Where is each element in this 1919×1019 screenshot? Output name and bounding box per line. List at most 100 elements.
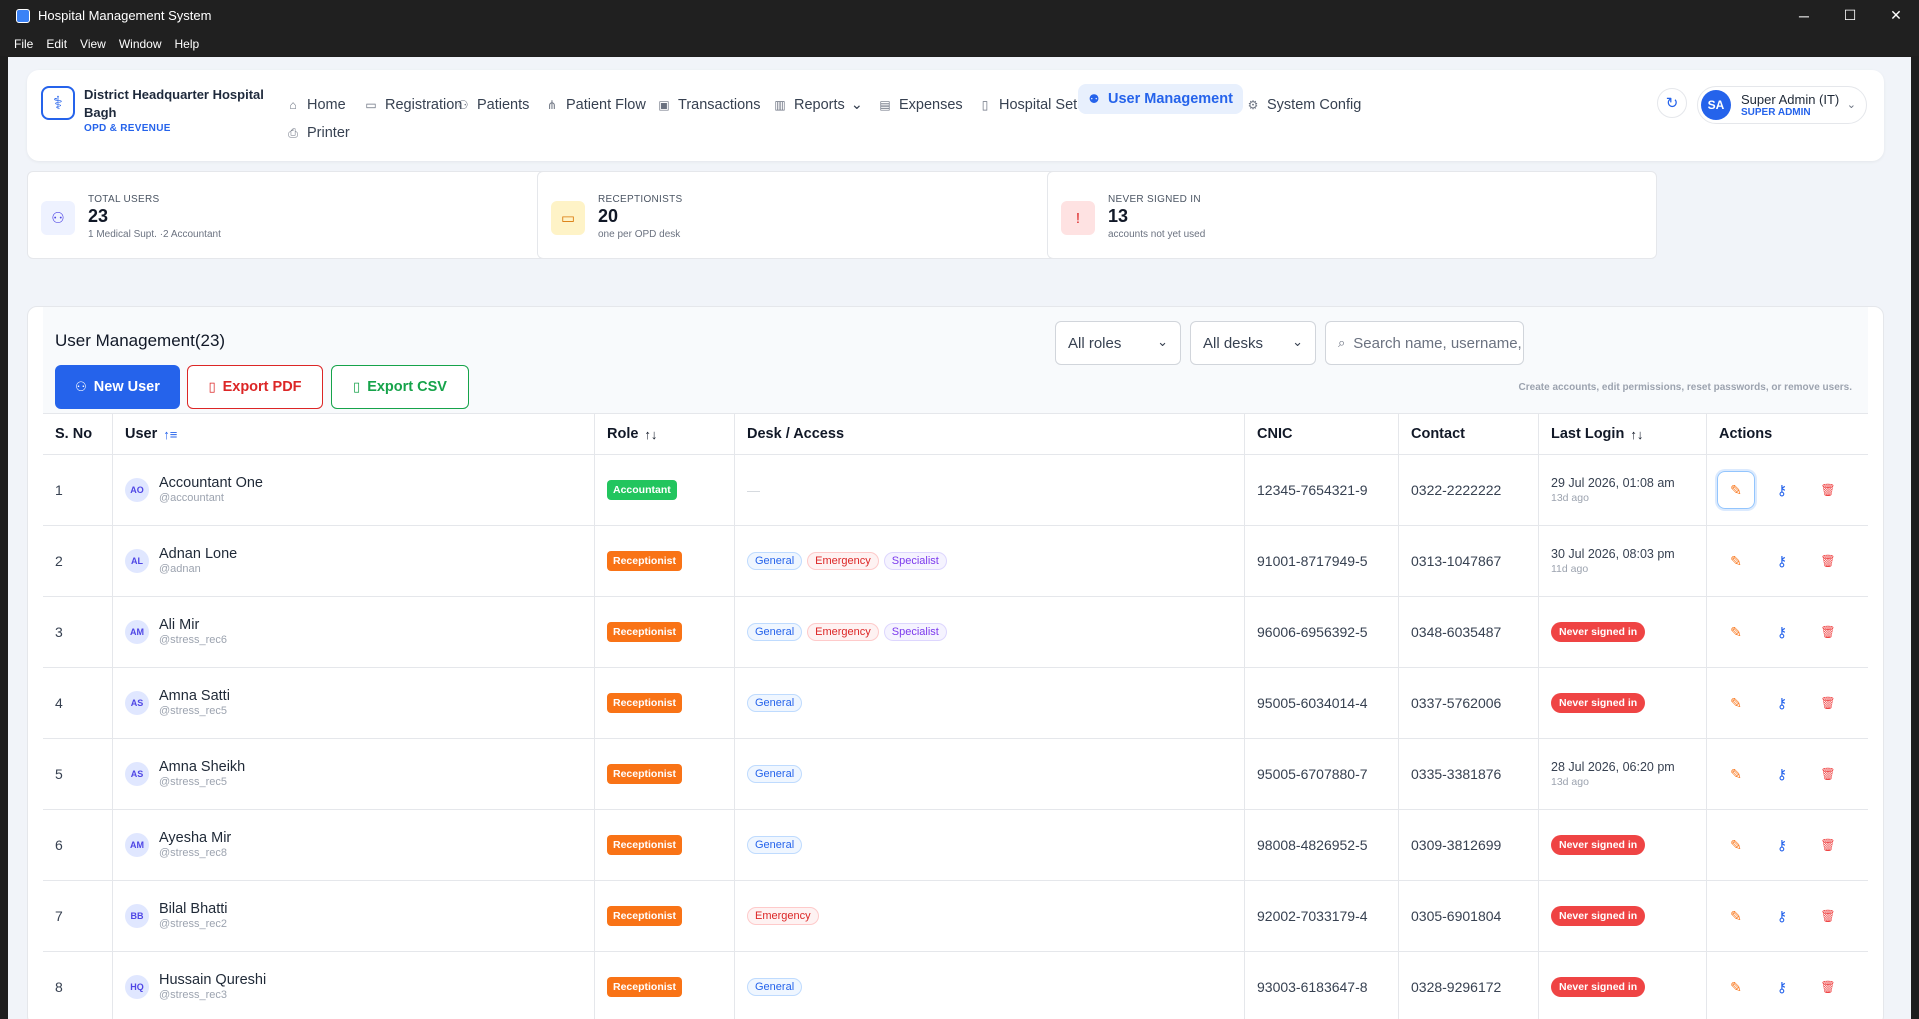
table-row[interactable]: 4 AS Amna Satti @stress_rec5 Receptionist Gen…	[43, 668, 1868, 739]
reset-password-button[interactable]: ⚷	[1763, 826, 1801, 864]
cell-actions: ✎ ⚷ 🗑	[1707, 881, 1868, 951]
cell-sno: 6	[43, 810, 113, 880]
delete-button[interactable]: 🗑	[1809, 613, 1847, 651]
col-contact: Contact	[1399, 414, 1539, 454]
desks-filter-select[interactable]: All desks ⌄	[1190, 321, 1316, 365]
last-login-date: 28 Jul 2026, 06:20 pm	[1551, 760, 1675, 774]
nav-patients[interactable]: ⚇ Patients	[447, 88, 539, 122]
nav-user-management[interactable]: ⚉ User Management	[1078, 84, 1243, 114]
cell-user: HQ Hussain Qureshi @stress_rec3	[113, 952, 595, 1019]
nav-patient-flow[interactable]: ⋔ Patient Flow	[536, 88, 656, 122]
sort-icon: ↑↓	[644, 426, 658, 442]
last-login-date: 30 Jul 2026, 08:03 pm	[1551, 547, 1675, 561]
menu-file[interactable]: File	[14, 37, 33, 51]
delete-button[interactable]: 🗑	[1809, 826, 1847, 864]
cell-user: AS Amna Satti @stress_rec5	[113, 668, 595, 738]
user-name: Adnan Lone	[159, 546, 238, 562]
reset-password-button[interactable]: ⚷	[1763, 613, 1801, 651]
table-row[interactable]: 6 AM Ayesha Mir @stress_rec8 Receptionist Gen…	[43, 810, 1868, 881]
table-row[interactable]: 1 AO Accountant One @accountant Accountant — 1…	[43, 455, 1868, 526]
edit-button[interactable]: ✎	[1717, 684, 1755, 722]
edit-button[interactable]: ✎	[1717, 471, 1755, 509]
user-handle: @stress_rec6	[159, 634, 228, 646]
cell-actions: ✎ ⚷ 🗑	[1707, 739, 1868, 809]
cell-role: Receptionist	[595, 526, 735, 596]
contact-value: 0328-9296172	[1411, 979, 1502, 995]
table-row[interactable]: 3 AM Ali Mir @stress_rec6 Receptionist Genera…	[43, 597, 1868, 668]
nav-expenses[interactable]: ▤ Expenses	[869, 88, 973, 122]
menu-help[interactable]: Help	[175, 37, 200, 51]
minimize-button[interactable]: ─	[1781, 0, 1827, 31]
table-row[interactable]: 7 BB Bilal Bhatti @stress_rec2 Receptionist E…	[43, 881, 1868, 952]
profile-menu[interactable]: SA Super Admin (IT) SUPER ADMIN ⌄	[1697, 86, 1867, 124]
brand[interactable]: ⚕ District Headquarter Hospital Bagh OPD…	[41, 86, 269, 134]
edit-button[interactable]: ✎	[1717, 542, 1755, 580]
edit-button[interactable]: ✎	[1717, 755, 1755, 793]
menu-window[interactable]: Window	[119, 37, 162, 51]
delete-button[interactable]: 🗑	[1809, 542, 1847, 580]
col-role[interactable]: Role ↑↓	[595, 414, 735, 454]
table-row[interactable]: 8 HQ Hussain Qureshi @stress_rec3 Receptioni…	[43, 952, 1868, 1019]
col-user[interactable]: User ↑≡	[113, 414, 595, 454]
reset-password-button[interactable]: ⚷	[1763, 684, 1801, 722]
delete-button[interactable]: 🗑	[1809, 968, 1847, 1006]
export-csv-label: Export CSV	[367, 379, 447, 395]
nav-label: User Management	[1108, 91, 1233, 107]
role-badge: Receptionist	[607, 835, 683, 855]
cell-role: Receptionist	[595, 952, 735, 1019]
nav-printer[interactable]: ⎙ Printer	[277, 116, 360, 150]
maximize-button[interactable]: ☐	[1827, 0, 1873, 31]
cell-user: BB Bilal Bhatti @stress_rec2	[113, 881, 595, 951]
last-login-date: 29 Jul 2026, 01:08 am	[1551, 476, 1675, 490]
menu-bar: File Edit View Window Help	[0, 31, 1919, 56]
export-csv-button[interactable]: ▯ Export CSV	[331, 365, 469, 409]
desks-filter-value: All desks	[1203, 334, 1264, 352]
chevron-down-icon: ⌄	[850, 97, 863, 113]
cell-role: Receptionist	[595, 597, 735, 667]
edit-button[interactable]: ✎	[1717, 613, 1755, 651]
delete-button[interactable]: 🗑	[1809, 897, 1847, 935]
new-user-button[interactable]: ⚇ New User	[55, 365, 180, 409]
reset-password-button[interactable]: ⚷	[1763, 542, 1801, 580]
scrollbar[interactable]	[1903, 57, 1911, 1019]
last-login-ago: 13d ago	[1551, 776, 1589, 788]
close-button[interactable]: ✕	[1873, 0, 1919, 31]
key-icon: ⚷	[1776, 623, 1788, 640]
user-handle: @accountant	[159, 492, 224, 504]
edit-button[interactable]: ✎	[1717, 968, 1755, 1006]
reset-password-button[interactable]: ⚷	[1763, 471, 1801, 509]
chevron-down-icon: ⌄	[1292, 334, 1303, 349]
edit-button[interactable]: ✎	[1717, 826, 1755, 864]
table-row[interactable]: 5 AS Amna Sheikh @stress_rec5 Receptionist Ge…	[43, 739, 1868, 810]
reset-password-button[interactable]: ⚷	[1763, 897, 1801, 935]
cell-desk: General	[735, 952, 1245, 1019]
roles-filter-select[interactable]: All roles ⌄	[1055, 321, 1181, 365]
contact-value: 0337-5762006	[1411, 695, 1502, 711]
nav-label: Expenses	[899, 97, 963, 113]
col-last-login[interactable]: Last Login ↑↓	[1539, 414, 1707, 454]
delete-button[interactable]: 🗑	[1809, 471, 1847, 509]
edit-button[interactable]: ✎	[1717, 897, 1755, 935]
cell-contact: 0309-3812699	[1399, 810, 1539, 880]
reset-password-button[interactable]: ⚷	[1763, 968, 1801, 1006]
delete-button[interactable]: 🗑	[1809, 755, 1847, 793]
search-input[interactable]: ⌕ Search name, username, CNIC	[1325, 321, 1524, 365]
table-row[interactable]: 2 AL Adnan Lone @adnan Receptionist General Em…	[43, 526, 1868, 597]
desk-tag-emergency: Emergency	[807, 623, 879, 641]
delete-button[interactable]: 🗑	[1809, 684, 1847, 722]
menu-edit[interactable]: Edit	[46, 37, 67, 51]
col-last-login-label: Last Login	[1551, 426, 1625, 442]
row-number: 3	[55, 624, 63, 640]
menu-view[interactable]: View	[80, 37, 106, 51]
refresh-button[interactable]: ↻	[1657, 88, 1687, 118]
cell-contact: 0305-6901804	[1399, 881, 1539, 951]
export-pdf-button[interactable]: ▯ Export PDF	[187, 365, 323, 409]
nav-transactions[interactable]: ▣ Transactions	[648, 88, 770, 122]
cell-cnic: 91001-8717949-5	[1245, 526, 1399, 596]
export-pdf-label: Export PDF	[222, 379, 302, 395]
reset-password-button[interactable]: ⚷	[1763, 755, 1801, 793]
role-badge: Receptionist	[607, 693, 683, 713]
pencil-icon: ✎	[1730, 765, 1742, 782]
nav-system-config[interactable]: ⚙ System Config	[1237, 88, 1371, 122]
nav-reports[interactable]: ▥ Reports ⌄	[764, 88, 873, 122]
